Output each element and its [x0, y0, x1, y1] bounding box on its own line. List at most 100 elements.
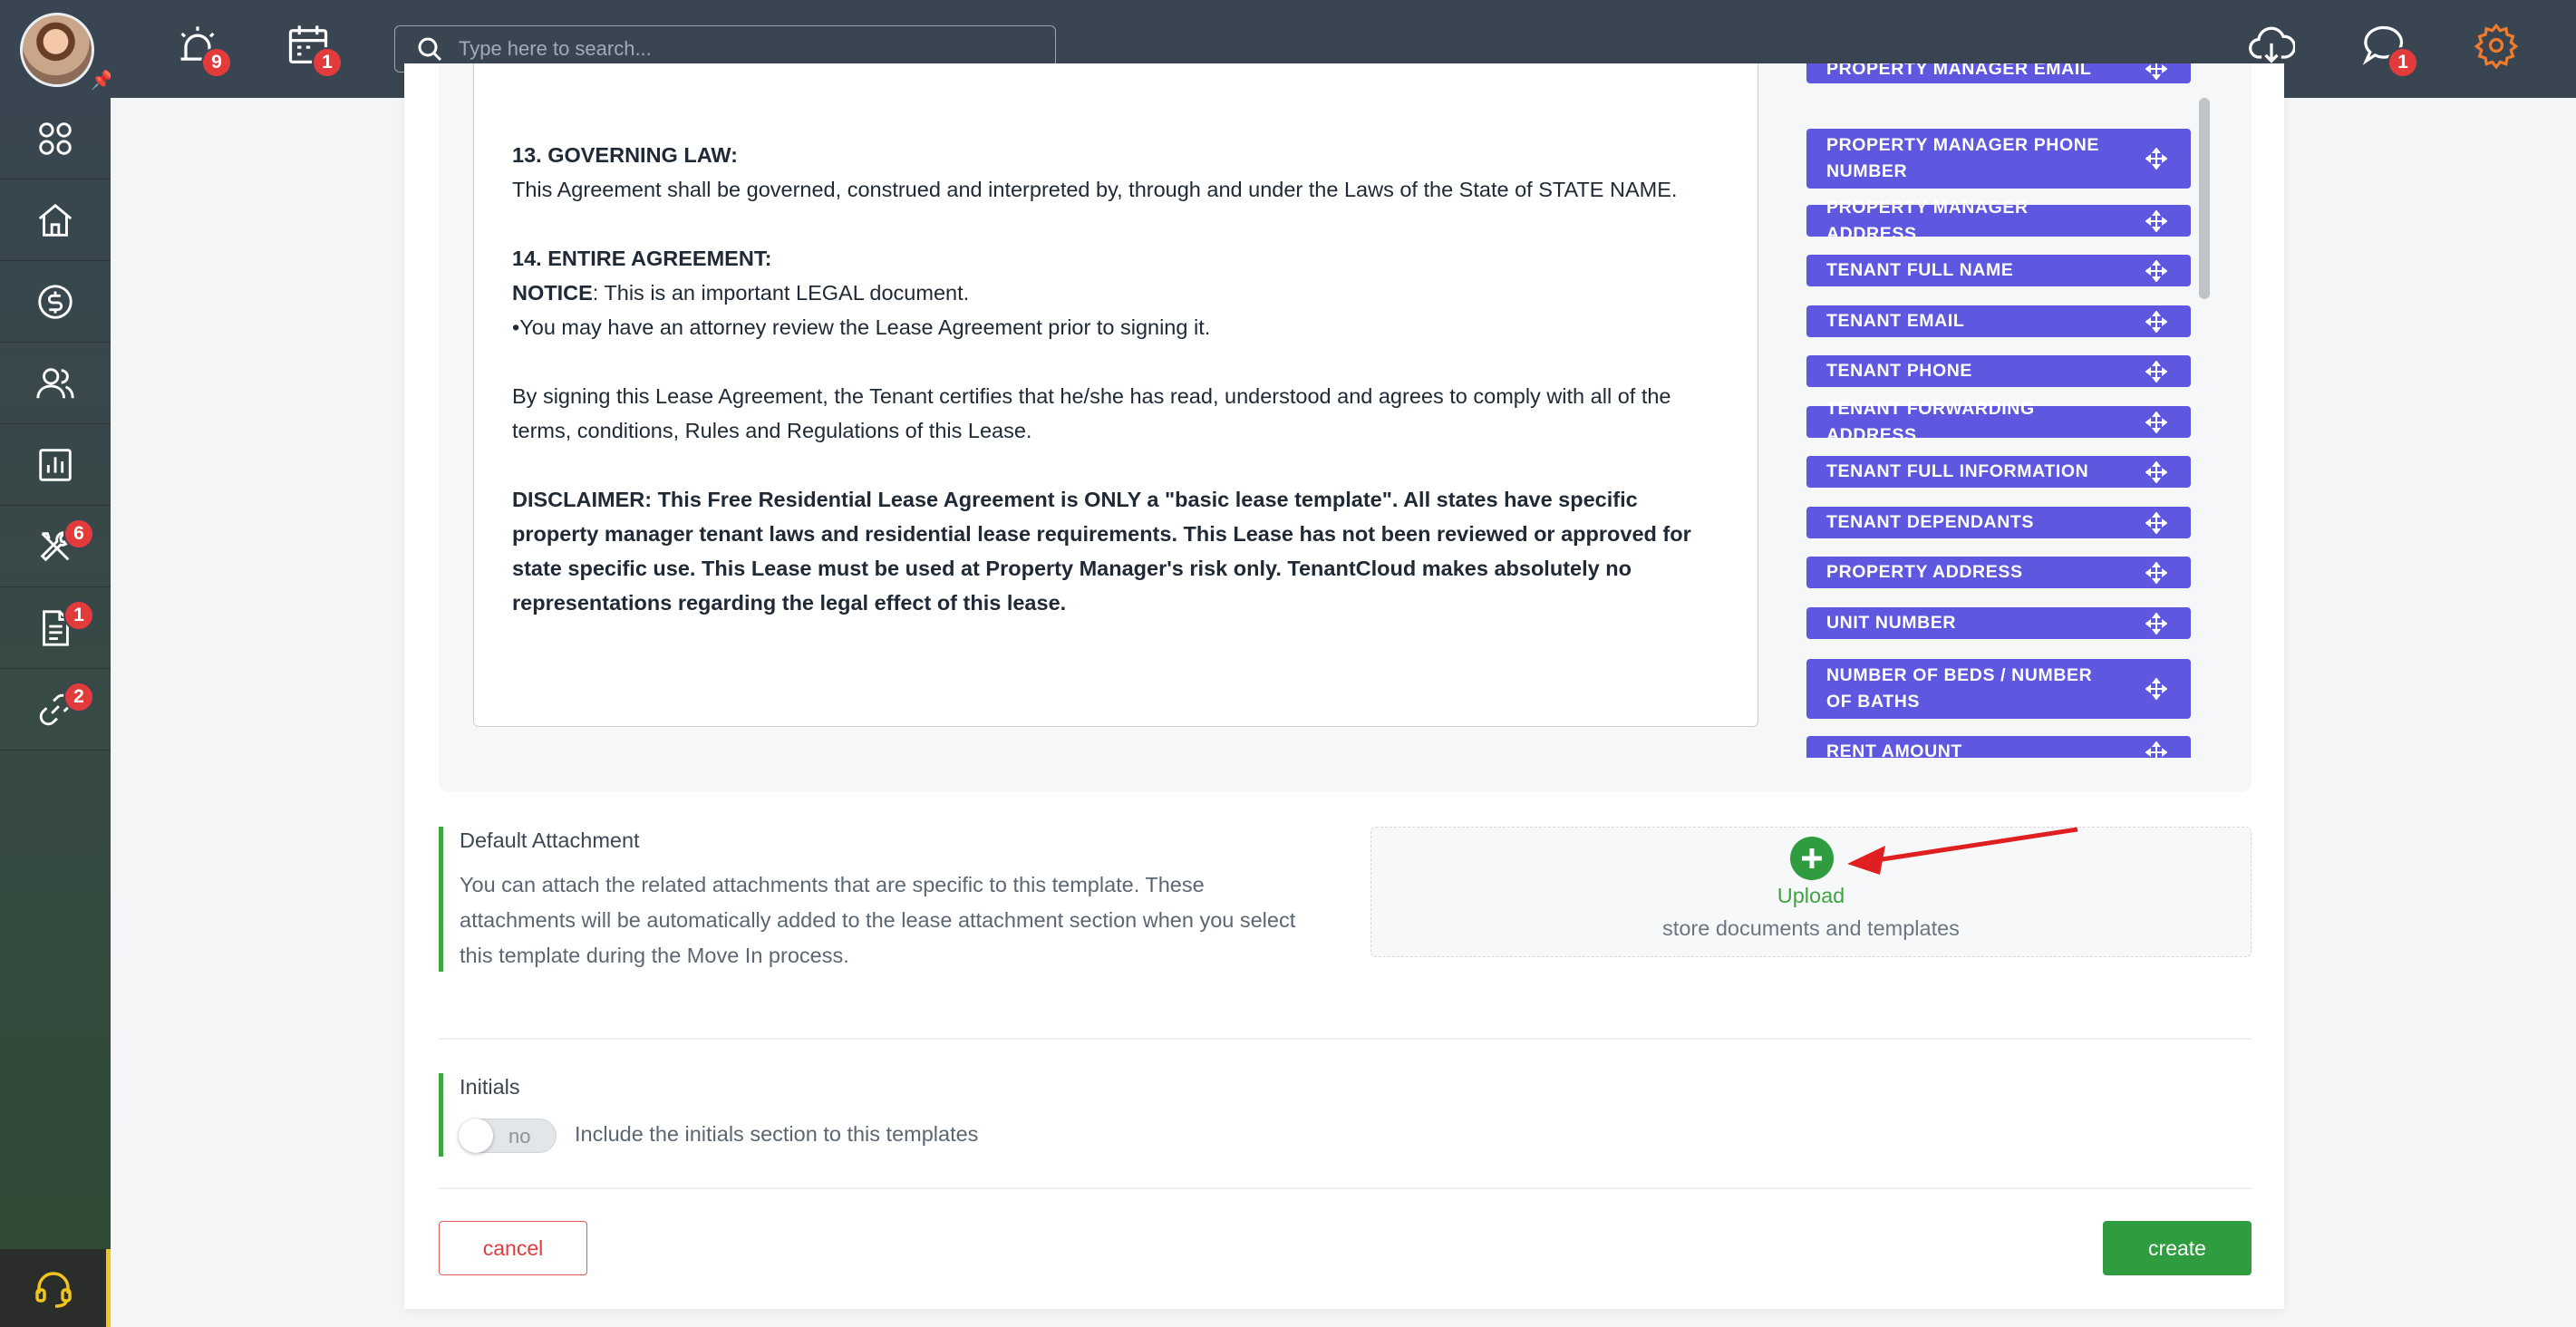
tag-item[interactable]: TENANT FORWARDING ADDRESS	[1806, 399, 2191, 445]
settings-button[interactable]	[2473, 22, 2527, 76]
tag-label: UNIT NUMBER	[1826, 613, 1957, 633]
move-icon[interactable]	[2145, 147, 2168, 170]
move-icon[interactable]	[2145, 677, 2168, 701]
toggle-state: no	[508, 1125, 531, 1148]
entire-agreement-section: 14. ENTIRE AGREEMENT: NOTICE: This is an …	[512, 241, 1719, 344]
tag-item[interactable]: TENANT EMAIL	[1806, 305, 2191, 337]
governing-law-section: 13. GOVERNING LAW: This Agreement shall b…	[512, 138, 1719, 207]
maintenance-badge: 6	[63, 518, 94, 549]
tags-scrollbar[interactable]	[2199, 98, 2210, 299]
alarm-button[interactable]: 9	[174, 22, 232, 78]
tag-label: PROPERTY MANAGER ADDRESS	[1826, 197, 2029, 244]
move-icon[interactable]	[2145, 560, 2168, 585]
notice-text: : This is an important LEGAL document.	[592, 281, 970, 305]
move-icon[interactable]	[2145, 63, 2168, 81]
tag-label: TENANT FULL NAME	[1826, 260, 2014, 280]
tag-item[interactable]: PROPERTY MANAGER PHONE NUMBER	[1806, 129, 2191, 189]
search-input[interactable]	[459, 37, 1021, 61]
tag-label: TENANT EMAIL	[1826, 311, 1965, 331]
move-icon[interactable]	[2145, 510, 2168, 535]
tag-item[interactable]: RENT AMOUNT	[1806, 736, 2191, 758]
sidebar-item-documents[interactable]: 1	[0, 587, 111, 669]
support-button[interactable]	[0, 1249, 111, 1327]
initials-toggle-label: Include the initials section to this tem…	[575, 1122, 979, 1146]
tag-label: PROPERTY MANAGER PHONE NUMBER	[1826, 135, 2100, 181]
tag-label: TENANT DEPENDANTS	[1826, 512, 2035, 532]
move-icon[interactable]	[2145, 740, 2168, 758]
tag-label: RENT AMOUNT	[1826, 741, 1962, 758]
bar-chart-icon	[39, 448, 72, 481]
upload-subtitle: store documents and templates	[1662, 916, 1960, 940]
sidebar-item-dashboard[interactable]	[0, 98, 111, 179]
tag-label: TENANT PHONE	[1826, 361, 1973, 381]
integrations-badge: 2	[63, 682, 94, 712]
users-icon	[36, 367, 74, 398]
cancel-button[interactable]: cancel	[439, 1221, 587, 1275]
move-icon[interactable]	[2145, 359, 2168, 383]
tag-label: TENANT FULL INFORMATION	[1826, 461, 2089, 481]
avatar[interactable]	[20, 13, 94, 87]
move-icon[interactable]	[2145, 410, 2168, 434]
cloud-download-icon	[2249, 26, 2297, 63]
gear-icon	[2474, 23, 2519, 70]
plus-icon[interactable]	[1790, 837, 1834, 880]
sidebar-item-accounting[interactable]	[0, 261, 111, 343]
toggle-knob	[459, 1119, 493, 1153]
tag-item[interactable]: PROPERTY ADDRESS	[1806, 557, 2191, 588]
initials-title: Initials	[460, 1075, 520, 1099]
dollar-circle-icon	[38, 284, 73, 319]
tag-label: PROPERTY ADDRESS	[1826, 562, 2023, 582]
upload-dropzone[interactable]: Upload store documents and templates	[1370, 827, 2252, 957]
tag-item[interactable]: UNIT NUMBER	[1806, 607, 2191, 639]
tag-label: NUMBER OF BEDS / NUMBER OF BATHS	[1826, 665, 2093, 712]
headset-icon	[34, 1272, 72, 1308]
calendar-button[interactable]: 1	[285, 22, 343, 78]
divider	[439, 1038, 2252, 1040]
move-icon[interactable]	[2145, 460, 2168, 484]
notice-label: NOTICE	[512, 281, 593, 305]
documents-badge: 1	[63, 600, 94, 631]
tag-label: TENANT FORWARDING ADDRESS	[1826, 398, 2035, 445]
alarm-badge: 9	[201, 47, 232, 78]
app-window: 📌 6 1 2 9 1 Type here to search... 1 13.…	[0, 0, 2576, 1327]
move-icon[interactable]	[2145, 208, 2168, 233]
upload-label[interactable]: Upload	[1371, 884, 2251, 908]
placeholder-tags-panel: PROPERTY MANAGER EMAIL PROPERTY MANAGER …	[1806, 63, 2196, 758]
search-icon	[418, 37, 442, 62]
governing-law-heading: 13. GOVERNING LAW:	[512, 143, 738, 167]
home-icon	[38, 203, 73, 237]
attorney-text: •You may have an attorney review the Lea…	[512, 315, 1211, 339]
initials-accent-bar	[439, 1073, 443, 1157]
disclaimer-text: DISCLAIMER: This Free Residential Lease …	[512, 488, 1691, 615]
tag-item[interactable]: PROPERTY MANAGER EMAIL	[1806, 63, 2191, 83]
tag-item[interactable]: TENANT DEPENDANTS	[1806, 507, 2191, 538]
move-icon[interactable]	[2145, 258, 2168, 283]
governing-law-text: This Agreement shall be governed, constr…	[512, 178, 1678, 201]
initials-toggle[interactable]: no	[459, 1119, 557, 1153]
sidebar-item-maintenance[interactable]: 6	[0, 506, 111, 587]
attachment-accent-bar	[439, 827, 443, 972]
lease-document-editor[interactable]: 13. GOVERNING LAW: This Agreement shall b…	[473, 63, 1758, 727]
tag-item[interactable]: PROPERTY MANAGER ADDRESS	[1806, 198, 2191, 244]
create-button[interactable]: create	[2103, 1221, 2252, 1275]
annotation-arrow-icon	[1847, 827, 2078, 875]
apps-grid-icon	[39, 121, 72, 155]
tag-label: PROPERTY MANAGER EMAIL	[1826, 63, 2092, 79]
sidebar-item-reports[interactable]	[0, 424, 111, 506]
tag-item[interactable]: TENANT FULL INFORMATION	[1806, 456, 2191, 488]
messages-button[interactable]: 1	[2360, 22, 2418, 78]
move-icon[interactable]	[2145, 309, 2168, 334]
attachment-title: Default Attachment	[460, 828, 640, 852]
entire-agreement-heading: 14. ENTIRE AGREEMENT:	[512, 247, 772, 270]
move-icon[interactable]	[2145, 611, 2168, 635]
tag-item[interactable]: TENANT FULL NAME	[1806, 255, 2191, 286]
sidebar-item-integrations[interactable]: 2	[0, 669, 111, 751]
divider	[439, 1187, 2252, 1189]
sidebar-item-properties[interactable]	[0, 179, 111, 261]
signing-text: By signing this Lease Agreement, the Ten…	[512, 384, 1671, 442]
tag-item[interactable]: NUMBER OF BEDS / NUMBER OF BATHS	[1806, 659, 2191, 719]
messages-badge: 1	[2387, 47, 2418, 78]
sidebar-item-users[interactable]	[0, 343, 111, 424]
tag-item[interactable]: TENANT PHONE	[1806, 355, 2191, 387]
calendar-badge: 1	[312, 47, 343, 78]
